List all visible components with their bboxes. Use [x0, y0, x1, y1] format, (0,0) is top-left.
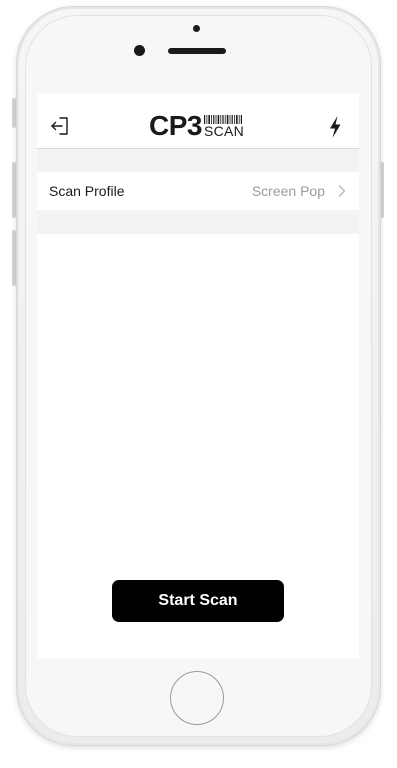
flash-toggle-button[interactable]: [327, 115, 343, 139]
logo-secondary: SCAN: [203, 115, 245, 139]
home-button: [170, 671, 224, 725]
device-stage: CP3 SCAN Scan Profile Screen Pop Start S…: [0, 0, 397, 768]
earpiece-speaker: [168, 48, 226, 54]
scan-profile-value: Screen Pop: [251, 183, 325, 199]
chevron-right-icon: [338, 185, 346, 197]
app-logo: CP3 SCAN: [149, 110, 244, 140]
scan-profile-row[interactable]: Scan Profile Screen Pop: [37, 172, 359, 210]
logo-sub-text: SCAN: [203, 123, 245, 139]
proximity-sensor: [193, 25, 200, 32]
logo-main-text: CP3: [149, 110, 202, 141]
app-screen: CP3 SCAN Scan Profile Screen Pop Start S…: [37, 94, 359, 658]
logout-icon: [51, 117, 68, 135]
navigation-bar: CP3 SCAN: [37, 94, 359, 149]
front-camera: [134, 45, 145, 56]
scan-profile-label: Scan Profile: [49, 183, 125, 199]
start-scan-button[interactable]: Start Scan: [112, 580, 284, 622]
flash-icon: [330, 116, 341, 138]
logout-button[interactable]: [49, 114, 73, 138]
